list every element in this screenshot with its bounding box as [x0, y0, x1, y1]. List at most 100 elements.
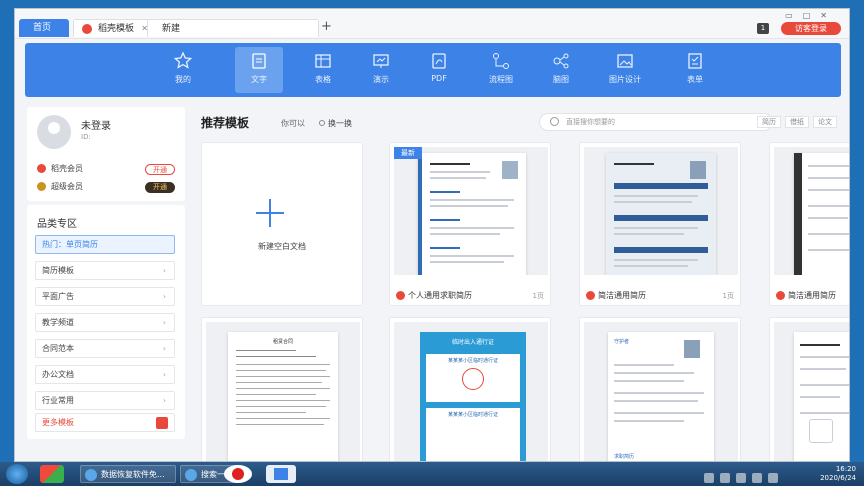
category-item-industry[interactable]: 行业常用 › — [35, 391, 175, 410]
visitor-login-button[interactable]: 访客登录 — [781, 22, 841, 35]
window-controls[interactable]: ▭□✕ — [785, 11, 837, 20]
tab-home[interactable]: 首页 — [19, 19, 69, 37]
template-card[interactable]: 租赁合同 — [201, 317, 363, 461]
new-blank-document-card[interactable]: 新建空白文档 — [201, 142, 363, 306]
avatar[interactable] — [37, 115, 71, 149]
tab-home-label: 首页 — [33, 23, 52, 33]
search-icon — [550, 117, 559, 126]
contract-title: 租赁合同 — [272, 339, 293, 345]
user-card: 未登录 ID: 稻壳会员 开通 超级会员 开通 — [27, 107, 185, 201]
template-name-text: 简洁通用简历 — [598, 291, 646, 300]
record-icon[interactable] — [224, 465, 252, 483]
super-member-open-button[interactable]: 开通 — [145, 182, 175, 193]
system-clock[interactable]: 16:20 2020/6/24 — [820, 465, 856, 483]
template-pages: 1页 — [532, 292, 544, 300]
toolbar-form[interactable]: 表单 — [671, 47, 719, 93]
clock-date: 2020/6/24 — [820, 474, 856, 482]
category-title: 品类专区 — [37, 219, 77, 230]
template-name: 个人通用求职简历 — [396, 290, 472, 301]
category-item-resume[interactable]: 简历模板 › — [35, 261, 175, 280]
chevron-right-icon: › — [162, 318, 166, 327]
category-item-label: 简历模板 — [42, 266, 74, 275]
category-item-label: 平面广告 — [42, 292, 74, 301]
certificate-panel-text: 某某某小区临时通行证 — [447, 358, 498, 364]
template-card[interactable]: 最新 个人通用求职简历 1页 — [389, 142, 551, 306]
toolbar-sheet[interactable]: 表格 — [299, 47, 347, 93]
toolbar-flowchart[interactable]: 流程图 — [477, 47, 525, 93]
taskbar: 数据恢复软件免... 搜索一下 16:20 2020/6/24 — [0, 462, 864, 486]
certificate-panel-text: 某某某小区临时通行证 — [447, 412, 498, 418]
template-thumbnail: 临时出入通行证 某某某小区临时通行证 某某某小区临时通行证 — [394, 322, 548, 461]
word-icon — [776, 291, 785, 300]
document-icon — [249, 51, 269, 71]
brand-footer: 求职简历 — [614, 454, 635, 460]
swap-button[interactable]: 换一换 — [319, 118, 352, 129]
search-input[interactable]: 直接搜你想要的 — [539, 113, 773, 131]
tab-new[interactable]: 新建 — [147, 19, 319, 37]
image-design-icon — [615, 51, 635, 71]
category-item-contract[interactable]: 合同范本 › — [35, 339, 175, 358]
swap-label: 换一换 — [328, 119, 352, 128]
tab-templates[interactable]: 稻壳模板 ✕ — [73, 19, 153, 37]
category-item-teaching[interactable]: 教学频道 › — [35, 313, 175, 332]
search-chip-resume[interactable]: 简历 — [757, 116, 781, 128]
docer-member-open-button[interactable]: 开通 — [145, 164, 175, 175]
toolbar-form-label: 表单 — [687, 75, 703, 84]
word-icon — [586, 291, 595, 300]
template-card[interactable]: 守护者 求职简历 — [579, 317, 741, 461]
system-tray[interactable] — [704, 468, 794, 483]
toolbar-pdf[interactable]: PDF — [415, 47, 463, 93]
main-toolbar: 我的 文字 表格 演示 PDF 流程图 脑图 图片设计 表单 — [25, 43, 841, 97]
presentation-icon — [371, 51, 391, 71]
photo-placeholder — [502, 161, 518, 179]
template-name: 简洁通用简历 — [776, 290, 836, 301]
category-item-office[interactable]: 办公文档 › — [35, 365, 175, 384]
taskbar-task-recovery[interactable]: 数据恢复软件免... — [80, 465, 176, 483]
app-launcher-icon[interactable] — [40, 465, 64, 483]
toolbar-mindmap[interactable]: 脑图 — [537, 47, 585, 93]
user-id: ID: — [81, 133, 91, 141]
contract-preview: 租赁合同 — [228, 332, 338, 461]
clock-time: 16:20 — [835, 465, 856, 473]
super-member-row: 超级会员 — [37, 181, 83, 192]
toolbar-presentation-label: 演示 — [373, 75, 389, 84]
template-name-text: 简洁通用简历 — [788, 291, 836, 300]
toolbar-image-design[interactable]: 图片设计 — [601, 47, 649, 93]
ie-icon — [85, 469, 97, 481]
start-button[interactable] — [6, 464, 28, 484]
pdf-icon — [429, 51, 449, 71]
taskbar-task-label: 数据恢复软件免... — [101, 470, 165, 479]
toolbar-presentation[interactable]: 演示 — [357, 47, 405, 93]
count-badge[interactable]: 1 — [757, 23, 769, 34]
photo-placeholder — [684, 340, 700, 358]
template-card[interactable]: 简洁通用简历 — [769, 142, 849, 306]
category-item-label: 教学频道 — [42, 318, 74, 327]
wps-icon[interactable] — [266, 465, 296, 483]
template-thumbnail: 最新 — [394, 147, 548, 275]
feedback-bubble-icon[interactable] — [809, 419, 833, 443]
maybe-label: 你可以 — [281, 119, 305, 128]
category-item-label: 热门：单页简历 — [42, 240, 98, 249]
chevron-right-icon: › — [162, 396, 166, 405]
toolbar-text[interactable]: 文字 — [235, 47, 283, 93]
new-tab-button[interactable]: + — [321, 19, 332, 35]
chevron-right-icon: › — [162, 370, 166, 379]
user-name[interactable]: 未登录 — [81, 117, 111, 132]
resume-title: 守护者 — [614, 339, 630, 345]
category-item-ads[interactable]: 平面广告 › — [35, 287, 175, 306]
category-item-hot[interactable]: 热门：单页简历 — [35, 235, 175, 254]
more-templates-button[interactable]: 更多模板 — [35, 413, 175, 432]
toolbar-flowchart-label: 流程图 — [489, 75, 513, 84]
docer-member-label: 稻壳会员 — [51, 164, 83, 173]
template-card[interactable]: 简洁通用简历 1页 — [579, 142, 741, 306]
search-chip-thesis[interactable]: 论文 — [813, 116, 837, 128]
mindmap-icon — [551, 51, 571, 71]
resume-preview: 守护者 求职简历 — [608, 332, 714, 461]
search-chip-paper[interactable]: 借纸 — [785, 116, 809, 128]
template-card[interactable]: 临时出入通行证 某某某小区临时通行证 某某某小区临时通行证 — [389, 317, 551, 461]
template-thumbnail — [584, 147, 738, 275]
toolbar-mine[interactable]: 我的 — [159, 47, 207, 93]
certificate-title: 临时出入通行证 — [451, 339, 494, 346]
template-thumbnail: 租赁合同 — [206, 322, 360, 461]
toolbar-image-design-label: 图片设计 — [609, 75, 641, 84]
